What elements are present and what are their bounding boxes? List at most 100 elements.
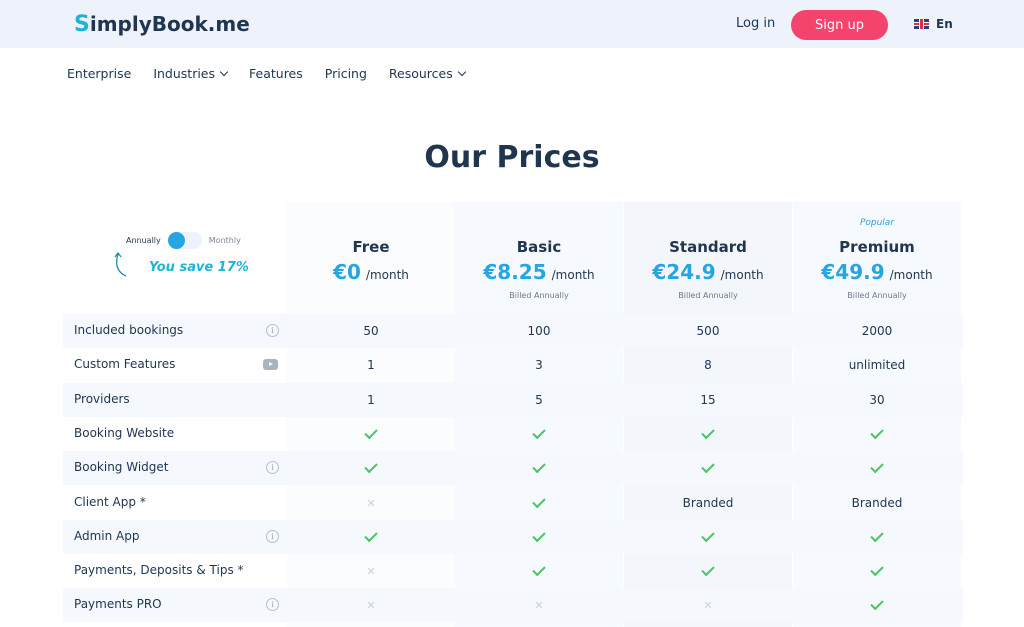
signup-button[interactable]: Sign up <box>791 10 888 40</box>
feature-cell <box>287 520 455 554</box>
check-icon <box>701 459 715 474</box>
feature-cell: 5 <box>455 383 623 417</box>
feature-cell <box>287 451 455 485</box>
popular-badge: Popular <box>859 218 895 228</box>
feature-value: 8 <box>704 358 712 372</box>
plan-name: Standard <box>669 238 747 256</box>
feature-cell: 3 <box>455 348 623 382</box>
feature-value: 2000 <box>861 324 893 338</box>
plan-name: Premium <box>839 238 915 256</box>
cross-icon: ✕ <box>366 598 376 612</box>
price-line: €49.9/month <box>793 260 961 284</box>
price-line: €0/month <box>287 260 455 284</box>
feature-label: Client App * <box>74 495 146 509</box>
info-icon[interactable]: i <box>266 530 279 543</box>
feature-cell: Branded <box>793 486 961 520</box>
nav-item-pricing[interactable]: Pricing <box>325 66 367 81</box>
feature-value: 100 <box>527 324 551 338</box>
nav-item-resources[interactable]: Resources <box>389 66 466 81</box>
login-link[interactable]: Log in <box>736 16 775 31</box>
feature-cell <box>455 554 623 588</box>
feature-label: Admin App <box>74 529 140 543</box>
annually-label[interactable]: Annually <box>126 236 161 245</box>
feature-row: Payments PRO i ✕ ✕ ✕ <box>63 588 963 622</box>
billing-toggle: Annually Monthly <box>126 232 241 249</box>
check-icon <box>870 596 884 611</box>
page-title: Our Prices <box>424 140 600 175</box>
feature-cell <box>455 486 623 520</box>
cross-icon: ✕ <box>703 598 713 612</box>
feature-cell: ✕ <box>455 588 623 622</box>
toggle-knob <box>167 232 185 249</box>
save-percentage-text: You save 17% <box>149 260 249 275</box>
feature-value: 30 <box>869 393 885 407</box>
check-icon <box>532 494 546 509</box>
feature-cell: 50 <box>287 314 455 348</box>
language-selector[interactable]: En <box>914 17 953 31</box>
feature-cell: Branded <box>624 486 792 520</box>
info-icon[interactable]: i <box>266 598 279 611</box>
nav-item-industries[interactable]: Industries <box>153 66 229 81</box>
feature-cell: ✕ <box>624 588 792 622</box>
feature-label: Payments, Deposits & Tips * <box>74 563 244 577</box>
feature-row: Providers 1 5 15 30 <box>63 383 963 417</box>
video-icon[interactable] <box>263 359 278 370</box>
plan-name: Free <box>352 238 390 256</box>
feature-cell <box>624 451 792 485</box>
nav-item-label: Industries <box>153 66 216 81</box>
feature-row: Booking Widget i <box>63 451 963 485</box>
plan-price: €24.9 <box>652 260 716 284</box>
nav-item-label: Features <box>249 66 303 81</box>
feature-row: Included bookings i 50 100 500 2000 <box>63 314 963 348</box>
check-icon <box>870 562 884 577</box>
price-period: /month <box>365 268 409 282</box>
info-icon[interactable]: i <box>266 461 279 474</box>
feature-value: unlimited <box>848 358 906 372</box>
plan-name: Basic <box>516 238 562 256</box>
feature-label: Booking Widget <box>74 460 169 474</box>
feature-cell: 500 <box>624 314 792 348</box>
check-icon <box>364 425 378 440</box>
curved-arrow-icon <box>114 251 127 277</box>
top-bar: SimplyBook .me Log in Sign up En <box>0 0 1024 48</box>
feature-value: Branded <box>851 496 903 510</box>
info-icon[interactable]: i <box>266 324 279 337</box>
check-icon <box>870 528 884 543</box>
nav-item-label: Enterprise <box>67 66 132 81</box>
simplybook-logo[interactable]: SimplyBook .me <box>74 10 250 38</box>
feature-cell: 8 <box>624 348 792 382</box>
feature-value: 50 <box>363 324 379 338</box>
feature-label: Custom Features <box>74 357 176 371</box>
feature-cell: ✕ <box>287 486 455 520</box>
nav-item-enterprise[interactable]: Enterprise <box>67 66 131 81</box>
check-icon <box>701 528 715 543</box>
billing-note: Billed Annually <box>509 291 569 300</box>
check-icon <box>364 528 378 543</box>
plan-price: €8.25 <box>483 260 547 284</box>
monthly-label[interactable]: Monthly <box>209 236 241 245</box>
uk-flag-icon <box>914 19 929 29</box>
billing-toggle-switch[interactable] <box>167 232 202 249</box>
price-period: /month <box>720 268 764 282</box>
billing-note: Billed Annually <box>847 291 907 300</box>
feature-label: Booking Website <box>74 426 175 440</box>
check-icon <box>870 425 884 440</box>
feature-cell <box>287 417 455 451</box>
logo-text: implyBook <box>89 12 208 36</box>
feature-label: Providers <box>74 392 130 406</box>
feature-value: 1 <box>367 358 375 372</box>
price-line: €8.25/month <box>455 260 623 284</box>
logo-letter: S <box>74 11 90 37</box>
feature-cell <box>624 417 792 451</box>
feature-value: 1 <box>367 393 375 407</box>
logo-suffix: .me <box>207 12 250 36</box>
nav-item-features[interactable]: Features <box>249 66 303 81</box>
feature-cell <box>793 520 961 554</box>
feature-row: Custom Features 1 3 8 unlimited <box>63 348 963 382</box>
feature-row: Client App * ✕ Branded Branded <box>63 486 963 520</box>
feature-cell: 100 <box>455 314 623 348</box>
plan-price: €49.9 <box>821 260 885 284</box>
chevron-down-icon <box>457 67 466 76</box>
check-icon <box>532 459 546 474</box>
feature-row: Booking Website <box>63 417 963 451</box>
